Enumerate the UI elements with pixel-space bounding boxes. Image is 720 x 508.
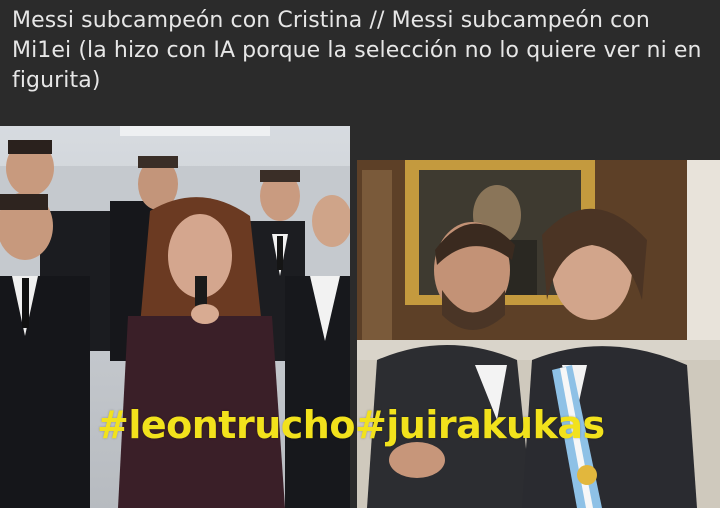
right-photo-illustration (357, 160, 720, 508)
left-photo (0, 126, 350, 508)
left-photo-illustration (0, 126, 350, 508)
right-photo-top-bar (357, 126, 720, 160)
post-caption: Messi subcampeón con Cristina // Messi s… (12, 8, 702, 93)
hashtag-overlay: #leontrucho#juirakukas (97, 403, 605, 447)
social-post: Messi subcampeón con Cristina // Messi s… (0, 0, 720, 508)
right-photo (357, 160, 720, 508)
